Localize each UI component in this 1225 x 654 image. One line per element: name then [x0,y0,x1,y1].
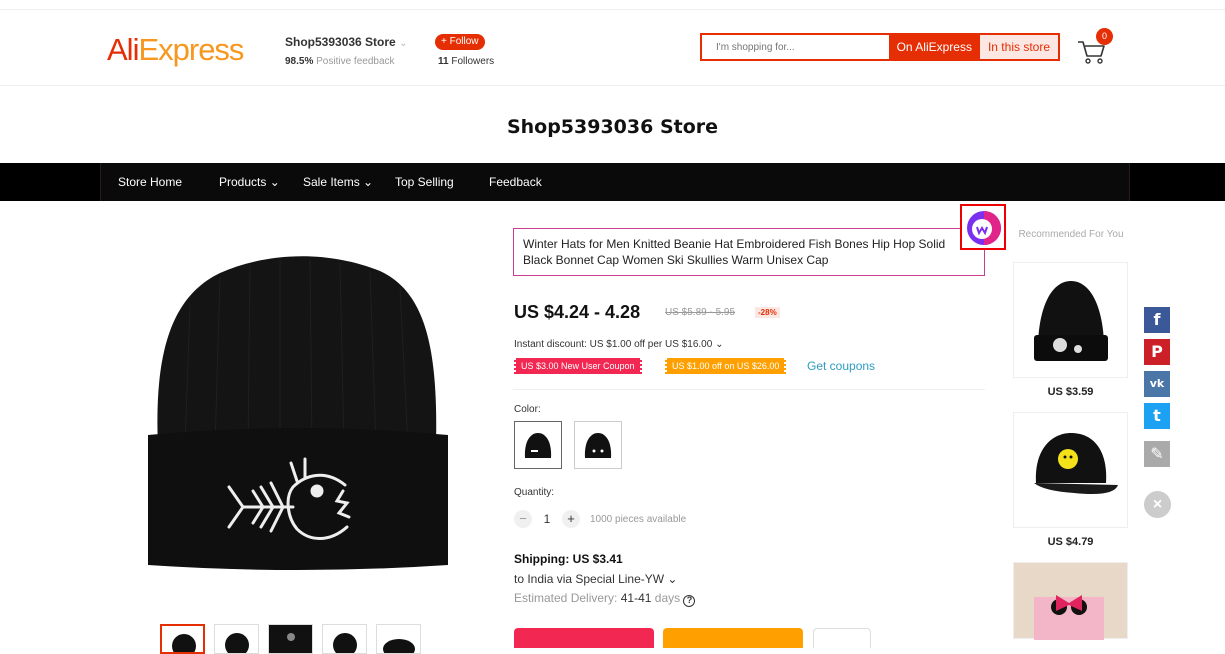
thumbnail-strip [160,624,421,654]
get-coupons-link[interactable]: Get coupons [807,359,875,373]
extension-logo-icon[interactable] [960,204,1006,250]
nav-top-selling[interactable]: Top Selling [395,175,454,189]
color-label: Color: [514,404,541,415]
quantity-increase-button[interactable]: + [562,510,580,528]
wishlist-button[interactable] [813,628,871,648]
close-share-icon[interactable]: × [1144,491,1171,518]
cart-count-badge: 0 [1096,28,1113,45]
facebook-share-icon[interactable]: f [1144,307,1170,333]
edit-icon[interactable]: ✎ [1144,441,1170,467]
search-on-aliexpress-button[interactable]: On AliExpress [888,35,980,59]
buy-now-button[interactable] [514,628,654,648]
chevron-down-icon: ⌄ [269,175,280,189]
chevron-down-icon: ⌄ [667,572,678,586]
search-bar: On AliExpress In this store [700,33,1060,61]
quantity-stepper: − 1 + 1000 pieces available [514,510,686,528]
store-coupon[interactable]: US $1.00 off on US $26.00 [665,358,787,374]
product-title: Winter Hats for Men Knitted Beanie Hat E… [513,228,985,276]
chevron-down-icon: ⌄ [715,339,724,350]
recommended-price: US $4.79 [1047,536,1094,548]
nav-store-home[interactable]: Store Home [118,175,182,189]
add-to-cart-button[interactable] [663,628,803,648]
product-price: US $4.24 - 4.28 [514,302,641,322]
color-swatch[interactable] [514,421,562,469]
store-header: AliExpress Shop5393036 Store ⌄ 98.5% Pos… [0,10,1225,86]
estimated-delivery: Estimated Delivery: 41-41 days ? [514,591,696,607]
recommended-title: Recommended For You [1018,229,1124,240]
search-input[interactable] [702,35,889,59]
twitter-share-icon[interactable]: t [1144,403,1170,429]
pinterest-share-icon[interactable]: P [1144,339,1170,365]
store-navbar: Store Home Products ⌄ Sale Items ⌄ Top S… [0,163,1225,201]
nav-products[interactable]: Products ⌄ [219,175,280,189]
thumbnail-image[interactable] [376,624,421,654]
help-icon[interactable]: ? [683,595,696,607]
search-in-store-button[interactable]: In this store [979,35,1058,59]
chevron-down-icon: ⌄ [363,175,374,189]
vk-share-icon[interactable]: vk [1144,371,1170,397]
aliexpress-logo[interactable]: AliExpress [107,32,244,68]
recommended-item[interactable] [1013,562,1128,640]
quantity-value[interactable]: 1 [540,512,554,526]
store-name-link[interactable]: Shop5393036 Store ⌄ [285,35,407,49]
new-user-coupon[interactable]: US $3.00 New User Coupon [514,358,642,374]
instant-discount[interactable]: Instant discount: US $1.00 off per US $1… [514,339,723,350]
store-banner: Shop5393036 Store [0,87,1225,163]
recommended-item[interactable] [1013,262,1128,378]
nav-sale-items[interactable]: Sale Items ⌄ [303,175,373,189]
thumbnail-image[interactable] [214,624,259,654]
follow-button[interactable]: + Follow [435,34,485,50]
top-strip [0,0,1225,10]
thumbnail-image[interactable] [322,624,367,654]
recommended-item[interactable] [1013,412,1128,528]
recommended-price: US $3.59 [1047,386,1094,398]
shipping-cost: Shipping: US $3.41 [514,552,623,566]
quantity-label: Quantity: [514,487,555,498]
thumbnail-image[interactable] [268,624,313,654]
nav-feedback[interactable]: Feedback [489,175,542,189]
discount-badge: -28% [755,307,780,318]
store-feedback: 98.5% Positive feedback [285,56,395,67]
thumbnail-image[interactable] [160,624,205,654]
available-stock: 1000 pieces available [590,513,687,525]
product-main-image[interactable] [130,225,470,595]
followers-count: 11 Followers [438,56,495,67]
chevron-down-icon: ⌄ [399,38,408,49]
divider [513,389,985,390]
color-swatch[interactable] [574,421,622,469]
quantity-decrease-button[interactable]: − [514,510,532,528]
original-price: US $5.89 - 5.95 [665,307,736,318]
store-title: Shop5393036 Store [506,116,719,138]
shipping-destination[interactable]: to India via Special Line-YW ⌄ [514,572,677,586]
